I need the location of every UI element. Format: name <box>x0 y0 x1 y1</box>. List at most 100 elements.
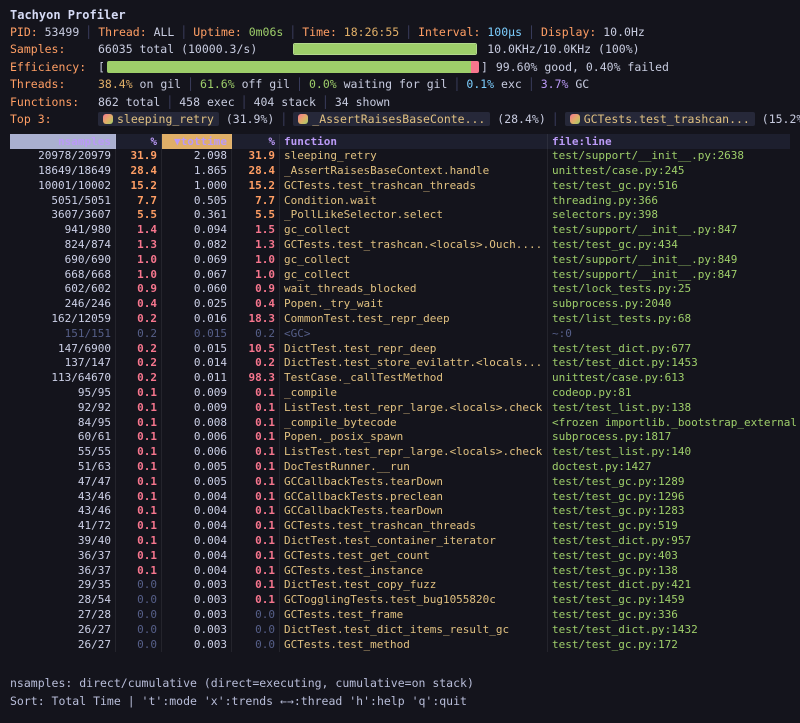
col-header-pct-cum[interactable]: % <box>232 134 280 150</box>
cell-nsamples: 18649/18649 <box>10 164 116 179</box>
cell-pct-direct: 15.2 <box>116 179 162 194</box>
cell-tottime: 0.067 <box>162 268 232 283</box>
efficiency-text: 99.60% good, 0.40% failed <box>496 60 669 74</box>
col-header-fileline[interactable]: file:line <box>548 134 790 150</box>
cell-nsamples: 29/35 <box>10 578 116 593</box>
cell-fileline: test/test_list.py:138 <box>548 401 790 416</box>
thread-pct-value: 38.4% <box>98 77 140 91</box>
cell-nsamples: 162/12059 <box>10 312 116 327</box>
cell-pct-cum: 10.5 <box>232 342 280 357</box>
cell-tottime: 0.361 <box>162 208 232 223</box>
samples-bar-fill <box>294 44 476 54</box>
threads-label: Threads: <box>10 77 98 91</box>
cell-fileline: test/test_dict.py:421 <box>548 578 790 593</box>
cell-nsamples: 824/874 <box>10 238 116 253</box>
cell-function: GCTests.test_trashcan_threads <box>280 519 548 534</box>
thread-icon <box>298 114 308 124</box>
cell-tottime: 1.000 <box>162 179 232 194</box>
cell-nsamples: 92/92 <box>10 401 116 416</box>
cell-pct-direct: 0.1 <box>116 549 162 564</box>
efficiency-bar-failed <box>471 61 479 73</box>
cell-pct-direct: 0.0 <box>116 593 162 608</box>
col-header-function[interactable]: function <box>280 134 548 150</box>
separator: │ <box>290 77 309 91</box>
table-row: 147/69000.20.01510.5DictTest.test_repr_d… <box>10 342 790 357</box>
cell-pct-direct: 0.0 <box>116 638 162 653</box>
cell-function: GCTests.test_get_count <box>280 549 548 564</box>
cell-pct-direct: 0.1 <box>116 490 162 505</box>
cell-function: _AssertRaisesBaseContext.handle <box>280 164 548 179</box>
cell-nsamples: 55/55 <box>10 445 116 460</box>
cell-nsamples: 5051/5051 <box>10 194 116 209</box>
cell-pct-cum: 1.3 <box>232 238 280 253</box>
top3-items: sleeping_retry (31.9%)│_AssertRaisesBase… <box>98 112 800 126</box>
table-body: 20978/2097931.92.09831.9sleeping_retryte… <box>10 149 790 652</box>
thread-pct-desc: off gil <box>242 77 290 91</box>
table-row: 941/9801.40.0941.5gc_collecttest/support… <box>10 223 790 238</box>
separator: │ <box>522 77 541 91</box>
table-row: 26/270.00.0030.0DictTest.test_dict_items… <box>10 623 790 638</box>
cell-fileline: test/test_gc.py:434 <box>548 238 790 253</box>
cell-tottime: 0.015 <box>162 342 232 357</box>
col-header-tottime[interactable]: ▼tottime <box>162 134 232 150</box>
cell-pct-cum: 0.1 <box>232 534 280 549</box>
cell-pct-direct: 0.4 <box>116 297 162 312</box>
top3-function-name: GCTests.test_trashcan... <box>584 112 750 126</box>
cell-tottime: 0.003 <box>162 638 232 653</box>
cell-tottime: 0.005 <box>162 460 232 475</box>
cell-function: sleeping_retry <box>280 149 548 164</box>
cell-nsamples: 39/40 <box>10 534 116 549</box>
cell-nsamples: 3607/3607 <box>10 208 116 223</box>
table-row: 602/6020.90.0600.9wait_threads_blockedte… <box>10 282 790 297</box>
cell-nsamples: 147/6900 <box>10 342 116 357</box>
table-row: 162/120590.20.01618.3CommonTest.test_rep… <box>10 312 790 327</box>
footer: nsamples: direct/cumulative (direct=exec… <box>10 674 790 710</box>
table-row: 18649/1864928.41.86528.4_AssertRaisesBas… <box>10 164 790 179</box>
cell-fileline: <frozen importlib._bootstrap_external <box>548 416 800 431</box>
col-header-nsamples[interactable]: nsamples <box>10 134 116 150</box>
cell-pct-direct: 0.1 <box>116 564 162 579</box>
top3-percent: (28.4%) <box>490 112 545 126</box>
functions-stat: 34 shown <box>335 95 390 109</box>
cell-fileline: test/test_gc.py:1289 <box>548 475 790 490</box>
table-row: 43/460.10.0040.1GCCallbackTests.tearDown… <box>10 504 790 519</box>
cell-pct-direct: 0.1 <box>116 534 162 549</box>
table-row: 41/720.10.0040.1GCTests.test_trashcan_th… <box>10 519 790 534</box>
cell-nsamples: 43/46 <box>10 504 116 519</box>
stat-value: 100µs <box>487 25 522 39</box>
stat-label: PID: <box>10 25 45 39</box>
cell-pct-cum: 0.1 <box>232 416 280 431</box>
cell-pct-cum: 0.2 <box>232 327 280 342</box>
cell-fileline: test/test_dict.py:1432 <box>548 623 790 638</box>
cell-function: GCTests.test_method <box>280 638 548 653</box>
cell-pct-cum: 15.2 <box>232 179 280 194</box>
cell-pct-cum: 0.1 <box>232 401 280 416</box>
efficiency-label: Efficiency: <box>10 60 98 74</box>
col-header-pct-direct[interactable]: % <box>116 134 162 150</box>
cell-function: Popen._posix_spawn <box>280 430 548 445</box>
cell-fileline: codeop.py:81 <box>548 386 790 401</box>
cell-pct-cum: 1.5 <box>232 223 280 238</box>
cell-function: ListTest.test_repr_large.<locals>.check <box>280 401 548 416</box>
cell-fileline: selectors.py:398 <box>548 208 790 223</box>
top3-function-name: _AssertRaisesBaseConte... <box>312 112 485 126</box>
table-row: 113/646700.20.01198.3TestCase._callTestM… <box>10 371 790 386</box>
cell-pct-cum: 5.5 <box>232 208 280 223</box>
cell-function: CommonTest.test_repr_deep <box>280 312 548 327</box>
cell-nsamples: 47/47 <box>10 475 116 490</box>
cell-function: Condition.wait <box>280 194 548 209</box>
cell-fileline: test/test_gc.py:172 <box>548 638 790 653</box>
cell-fileline: test/test_dict.py:1453 <box>548 356 790 371</box>
app-title: Tachyon Profiler <box>10 6 790 23</box>
table-row: 55/550.10.0060.1ListTest.test_repr_large… <box>10 445 790 460</box>
stat-label: Time: <box>302 25 344 39</box>
table-row: 690/6901.00.0691.0gc_collecttest/support… <box>10 253 790 268</box>
cell-function: DictTest.test_container_iterator <box>280 534 548 549</box>
cell-tottime: 0.069 <box>162 253 232 268</box>
separator: │ <box>283 25 302 39</box>
table-row: 28/540.00.0030.1GCTogglingTests.test_bug… <box>10 593 790 608</box>
cell-pct-direct: 31.9 <box>116 149 162 164</box>
cell-fileline: test/test_gc.py:1459 <box>548 593 790 608</box>
separator: │ <box>522 25 541 39</box>
cell-nsamples: 20978/20979 <box>10 149 116 164</box>
